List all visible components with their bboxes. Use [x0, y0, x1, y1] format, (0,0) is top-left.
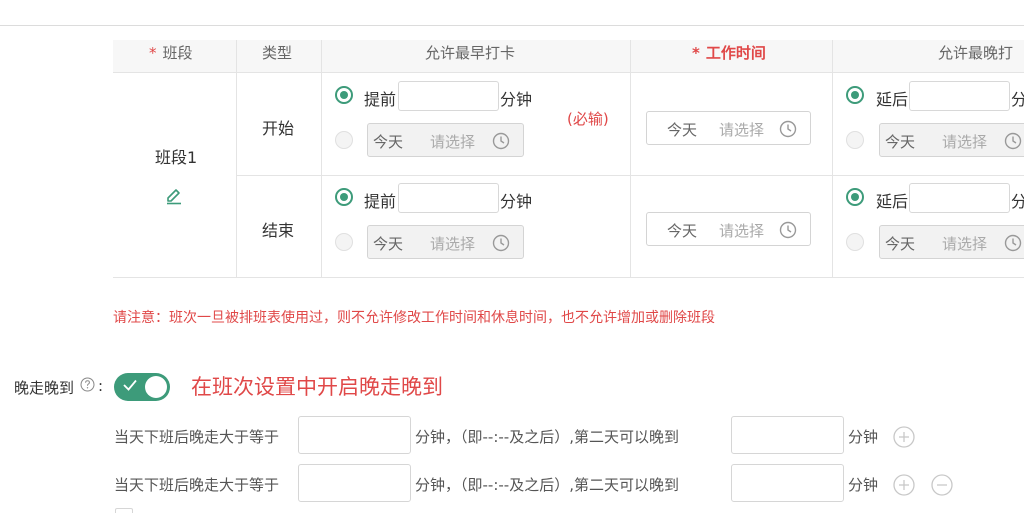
picker-day: 今天	[667, 121, 698, 139]
picker-day: 今天	[885, 133, 916, 151]
required-note: (必输)	[567, 110, 609, 128]
picker-day: 今天	[373, 235, 404, 253]
checkbox[interactable]	[115, 508, 133, 513]
late-unit: 分	[1011, 90, 1024, 109]
col-divider	[321, 40, 322, 278]
annotation-text: 在班次设置中开启晚走晚到	[191, 375, 443, 399]
early-minutes-input[interactable]	[398, 81, 499, 111]
notice-text: 请注意：班次一旦被排班表使用过，则不允许修改工作时间和休息时间，也不允许增加或删…	[113, 310, 715, 326]
minus-circle-icon[interactable]	[931, 474, 953, 496]
clock-icon	[779, 120, 797, 138]
radio-early-minutes[interactable]	[335, 86, 353, 104]
header-work-time: * 工作时间	[692, 44, 766, 62]
clock-icon	[1004, 132, 1022, 150]
picker-placeholder: 请选择	[942, 133, 988, 151]
help-icon[interactable]	[80, 377, 95, 392]
row-type-end: 结束	[262, 221, 295, 240]
rule-late-input[interactable]	[731, 464, 844, 502]
early-unit: 分钟	[500, 192, 533, 211]
clock-icon	[779, 221, 797, 239]
label-colon: :	[98, 377, 104, 395]
plus-circle-icon[interactable]	[893, 426, 915, 448]
rule-suffix: 分钟	[848, 428, 879, 446]
work-time-picker-end[interactable]: 今天 请选择	[646, 212, 811, 246]
early-minutes-input[interactable]	[398, 183, 499, 213]
late-leave-toggle[interactable]	[114, 373, 170, 401]
pencil-icon[interactable]	[165, 187, 183, 205]
top-divider	[0, 25, 1024, 26]
early-unit: 分钟	[500, 90, 533, 109]
radio-late-minutes[interactable]	[846, 188, 864, 206]
early-time-picker[interactable]: 今天 请选择	[367, 123, 524, 157]
picker-day: 今天	[667, 222, 698, 240]
picker-placeholder: 请选择	[719, 222, 765, 240]
radio-early-time[interactable]	[335, 233, 353, 251]
rule-late-input[interactable]	[731, 416, 844, 454]
col-divider	[630, 40, 631, 278]
rule-prefix: 当天下班后晚走大于等于	[114, 428, 280, 446]
early-label: 提前	[364, 192, 397, 211]
segment-name: 班段1	[155, 148, 198, 167]
early-time-picker[interactable]: 今天 请选择	[367, 225, 524, 259]
shift-segment-table: * 班段 类型 允许最早打卡 * 工作时间 允许最晚打 班段1 开始 提前 分钟 今…	[113, 40, 1024, 278]
header-late-clock: 允许最晚打	[938, 44, 1014, 62]
row-divider	[113, 277, 1024, 278]
work-time-picker-start[interactable]: 今天 请选择	[646, 111, 811, 145]
picker-placeholder: 请选择	[719, 121, 765, 139]
picker-day: 今天	[885, 235, 916, 253]
header-type: 类型	[262, 44, 293, 62]
check-icon	[123, 379, 137, 391]
radio-late-minutes[interactable]	[846, 86, 864, 104]
late-minutes-input[interactable]	[909, 81, 1010, 111]
rule-prefix: 当天下班后晚走大于等于	[114, 476, 280, 494]
header-segment: * 班段	[149, 44, 193, 62]
early-label: 提前	[364, 90, 397, 109]
table-header-bg	[113, 40, 1024, 72]
rule-middle: 分钟，（即--:--及之后）,第二天可以晚到	[415, 428, 679, 446]
late-label: 延后	[876, 90, 909, 109]
header-early-clock: 允许最早打卡	[425, 44, 516, 62]
radio-early-minutes[interactable]	[335, 188, 353, 206]
late-time-picker[interactable]: 今天 请选择	[879, 225, 1024, 259]
radio-late-time[interactable]	[846, 233, 864, 251]
toggle-knob	[145, 376, 167, 398]
picker-day: 今天	[373, 133, 404, 151]
col-divider	[832, 40, 833, 278]
late-minutes-input[interactable]	[909, 183, 1010, 213]
radio-early-time[interactable]	[335, 131, 353, 149]
row-divider	[113, 72, 1024, 73]
clock-icon	[1004, 234, 1022, 252]
picker-placeholder: 请选择	[430, 133, 476, 151]
late-label: 延后	[876, 192, 909, 211]
late-leave-label: 晚走晚到	[14, 379, 75, 397]
rule-minutes-input[interactable]	[298, 416, 411, 454]
late-time-picker[interactable]: 今天 请选择	[879, 123, 1024, 157]
radio-late-time[interactable]	[846, 131, 864, 149]
rule-middle: 分钟，（即--:--及之后）,第二天可以晚到	[415, 476, 679, 494]
clock-icon	[492, 132, 510, 150]
clock-icon	[492, 234, 510, 252]
late-unit: 分	[1011, 192, 1024, 211]
picker-placeholder: 请选择	[942, 235, 988, 253]
picker-placeholder: 请选择	[430, 235, 476, 253]
rule-suffix: 分钟	[848, 476, 879, 494]
col-divider	[236, 40, 237, 278]
plus-circle-icon[interactable]	[893, 474, 915, 496]
row-type-start: 开始	[262, 119, 295, 138]
rule-minutes-input[interactable]	[298, 464, 411, 502]
